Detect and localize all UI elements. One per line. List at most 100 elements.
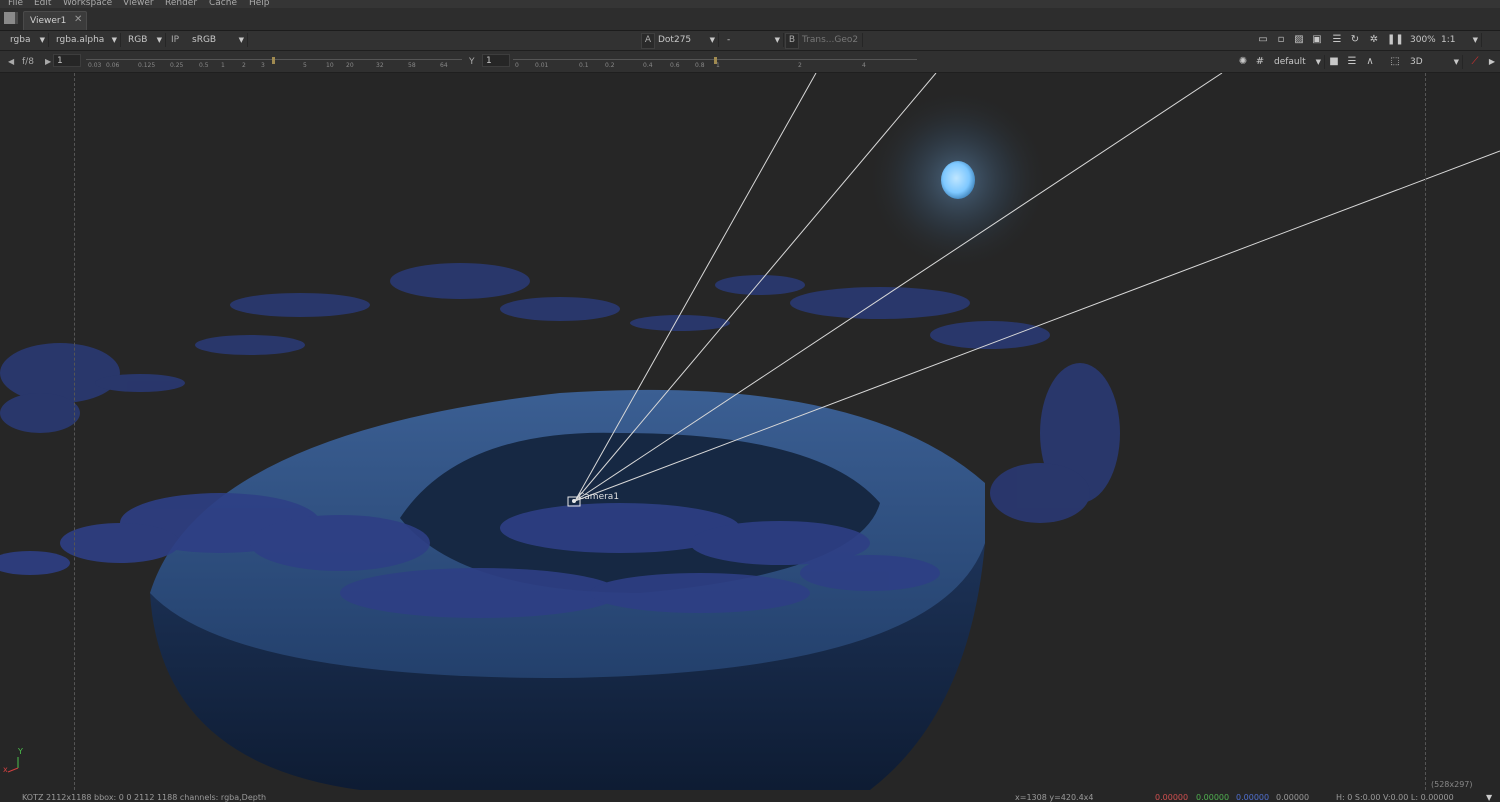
chevron-down-icon: ▼ <box>709 36 715 44</box>
hsv-values: H: 0 S:0.00 V:0.00 L: 0.00000 <box>1336 793 1454 802</box>
pane-menu-icon[interactable] <box>4 12 18 24</box>
menu-workspace[interactable]: Workspace <box>63 0 112 8</box>
menu-edit[interactable]: Edit <box>34 0 51 8</box>
gain-tick: 5 <box>303 62 307 69</box>
blue-value: 0.00000 <box>1236 793 1270 802</box>
chevron-down-icon: ▼ <box>1472 36 1478 44</box>
gain-tick: 0.125 <box>138 62 156 69</box>
monitor-icon[interactable]: ▣ <box>1311 34 1323 46</box>
fstop-next-icon[interactable]: ▶ <box>45 55 51 69</box>
gain-tick: 0.5 <box>199 62 209 69</box>
viewer-toolbar-bottom: ◀ f/8 ▶ 1 0.03 0.06 0.125 0.25 0.5 1 2 3… <box>0 51 1500 73</box>
gain-tick: 32 <box>376 62 384 69</box>
stripes-icon[interactable]: ▨ <box>1293 34 1305 46</box>
viewer-toolbar-top: rgba ▼ rgba.alpha ▼ RGB ▼ IP sRGB ▼ A Dot275… <box>0 31 1500 51</box>
green-value: 0.00000 <box>1196 793 1230 802</box>
gamma-tick: 0.1 <box>579 62 589 69</box>
gain-input[interactable]: 1 <box>53 54 81 67</box>
resolution-label: (528x297) <box>1431 780 1473 789</box>
chevron-down-icon: ▼ <box>111 36 117 44</box>
tab-bar: Viewer1 ✕ <box>0 8 1500 31</box>
chevron-down-icon: ▼ <box>156 36 162 44</box>
input-b-label: B <box>785 33 799 49</box>
gain-tick: 0.25 <box>170 62 184 69</box>
alpha-channel-value: rgba.alpha <box>56 35 105 45</box>
grid-icon[interactable]: # <box>1254 56 1266 68</box>
channels-value: rgba <box>10 35 31 45</box>
lut-value: sRGB <box>192 35 217 45</box>
display-style-value: RGB <box>128 35 148 45</box>
gain-tick: 0.03 <box>88 62 102 69</box>
close-icon[interactable]: ✕ <box>74 14 82 25</box>
gamma-label: Y <box>469 57 475 67</box>
input-a-label: A <box>641 33 655 49</box>
axis-gizmo <box>7 757 19 773</box>
menu-cache[interactable]: Cache <box>209 0 237 8</box>
chevron-down-icon: ▼ <box>238 36 244 44</box>
format-boundary-right <box>1425 73 1426 790</box>
menu-render[interactable]: Render <box>165 0 197 8</box>
gain-tick: 3 <box>261 62 265 69</box>
curve-icon[interactable]: ∧ <box>1364 56 1376 68</box>
input-b-value: Trans...Geo2 <box>802 35 859 45</box>
zoom-dropdown[interactable]: 300% <box>1408 33 1436 47</box>
menu-viewer[interactable]: Viewer <box>123 0 154 8</box>
menu-help[interactable]: Help <box>249 0 270 8</box>
more-icon[interactable]: ▶ <box>1486 56 1498 68</box>
gain-slider-handle[interactable] <box>272 57 275 64</box>
wipe-mode-value: - <box>727 35 731 45</box>
gain-tick: 64 <box>440 62 448 69</box>
tab-viewer1[interactable]: Viewer1 ✕ <box>23 11 87 30</box>
format-info: KOTZ 2112x1188 bbox: 0 0 2112 1188 chann… <box>22 793 267 802</box>
list-icon[interactable]: ☰ <box>1331 34 1343 46</box>
input-a-dropdown[interactable]: Dot275 ▼ <box>656 33 719 47</box>
selection-icon[interactable]: ⬚ <box>1389 56 1401 68</box>
menu-file[interactable]: File <box>8 0 23 8</box>
fstop-label: f/8 <box>22 57 34 67</box>
red-value: 0.00000 <box>1155 793 1189 802</box>
alpha-channel-dropdown[interactable]: rgba.alpha ▼ <box>54 33 121 47</box>
view-mode-dropdown[interactable]: 3D ▼ <box>1408 55 1463 69</box>
wipe-mode-dropdown[interactable]: - ▼ <box>725 33 784 47</box>
refresh-icon[interactable]: ↻ <box>1349 34 1361 46</box>
gamma-input[interactable]: 1 <box>482 54 510 67</box>
pin-icon[interactable]: ⟋ <box>1469 56 1481 68</box>
gamma-tick: 1 <box>716 62 720 69</box>
status-menu-icon[interactable]: ▼ <box>1486 793 1492 802</box>
gain-tick: 10 <box>326 62 334 69</box>
gamma-tick: 4 <box>862 62 866 69</box>
settings-icon[interactable]: ✲ <box>1368 34 1380 46</box>
gain-slider[interactable]: 0.03 0.06 0.125 0.25 0.5 1 2 3 5 10 20 3… <box>86 55 462 69</box>
ratio-dropdown[interactable]: 1:1 ▼ <box>1439 33 1482 47</box>
ip-toggle[interactable]: IP <box>171 33 179 47</box>
gain-tick: 20 <box>346 62 354 69</box>
lut-dropdown[interactable]: sRGB ▼ <box>190 33 248 47</box>
chevron-down-icon: ▼ <box>1453 58 1459 66</box>
gamma-slider[interactable]: 0 0.01 0.1 0.2 0.4 0.6 0.8 1 2 4 <box>513 55 917 69</box>
chevron-down-icon: ▼ <box>1315 58 1321 66</box>
display-style-dropdown[interactable]: RGB ▼ <box>126 33 166 47</box>
align-icon[interactable]: ☰ <box>1346 56 1358 68</box>
chevron-down-icon: ▼ <box>39 36 45 44</box>
pause-icon[interactable]: ❚❚ <box>1387 34 1404 46</box>
status-bar: KOTZ 2112x1188 bbox: 0 0 2112 1188 chann… <box>0 790 1500 802</box>
overlay-dropdown[interactable]: default ▼ <box>1272 55 1325 69</box>
fstop-prev-icon[interactable]: ◀ <box>8 55 14 69</box>
3d-scene <box>0 73 1500 790</box>
camera-icon[interactable]: ■ <box>1328 56 1340 68</box>
moon <box>941 161 975 199</box>
view-mode-value: 3D <box>1410 57 1423 67</box>
viewer-canvas[interactable]: Camera1 Y x <box>0 73 1500 790</box>
axis-y-label: Y <box>18 747 23 756</box>
gamma-tick: 0.4 <box>643 62 653 69</box>
roi-icon[interactable]: ▫ <box>1275 34 1287 46</box>
ratio-value: 1:1 <box>1441 35 1456 45</box>
channels-dropdown[interactable]: rgba ▼ <box>8 33 49 47</box>
chevron-down-icon: ▼ <box>774 36 780 44</box>
gain-tick: 58 <box>408 62 416 69</box>
input-b-dropdown[interactable]: Trans...Geo2 <box>800 33 863 47</box>
lightbulb-icon[interactable]: ✺ <box>1237 56 1249 68</box>
frame-icon[interactable]: ▭ <box>1257 34 1269 46</box>
gamma-tick: 0 <box>515 62 519 69</box>
input-a-value: Dot275 <box>658 35 692 45</box>
